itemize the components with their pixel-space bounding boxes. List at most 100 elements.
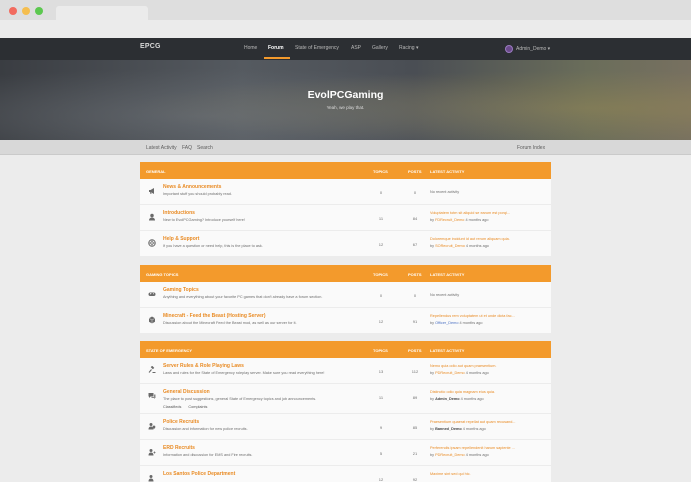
latest-author-link[interactable]: Officer_Demo	[435, 321, 458, 325]
forum-title[interactable]: Gaming Topics	[163, 287, 199, 293]
latest-activity-column-header: LATEST ACTIVITY	[430, 272, 465, 277]
maximize-window-button[interactable]	[35, 7, 43, 15]
forum-title[interactable]: General Discussion	[163, 389, 210, 395]
address-bar[interactable]	[0, 20, 691, 38]
posts-column-header: POSTS	[408, 348, 422, 353]
user-icon	[148, 213, 156, 221]
nav-home[interactable]: Home	[244, 45, 257, 51]
minimize-window-button[interactable]	[22, 7, 30, 15]
latest-activity-text: No recent activity	[430, 293, 460, 297]
latest-topic-link[interactable]: Nemo quia odio aut quam praesentium.	[430, 364, 548, 368]
latest-activity: Maxime sint sed qui hic.	[430, 472, 548, 476]
user-menu[interactable]: Admin_Demo ▾	[505, 43, 550, 55]
forum-title[interactable]: Server Rules & Role Playing Laws	[163, 363, 244, 369]
nav-gallery[interactable]: Gallery	[372, 45, 388, 51]
forum-title[interactable]: Los Santos Police Department	[163, 471, 235, 477]
forum-title[interactable]: News & Announcements	[163, 184, 221, 190]
topic-count: 5	[379, 451, 383, 456]
latest-topic-link[interactable]: Doloremque incidunt id aut rerum aliquam…	[430, 237, 548, 241]
hero-banner: EvolPCGaming Yeah, we play that.	[0, 60, 691, 140]
search-link[interactable]: Search	[197, 145, 213, 151]
latest-time: 4 months ago	[462, 427, 486, 431]
nav-racing-dropdown[interactable]: Racing ▾	[399, 45, 418, 51]
latest-topic-link[interactable]: Distinctio odio quia magnam eius quia.	[430, 390, 548, 394]
latest-author-link[interactable]: Admin_Demo	[435, 397, 459, 401]
latest-activity-column-header: LATEST ACTIVITY	[430, 348, 465, 353]
forum-row[interactable]: Introductions New to EvolPCGaming? Intro…	[140, 205, 551, 231]
avatar	[505, 45, 513, 53]
latest-activity-text: No recent activity	[430, 190, 460, 194]
browser-tab[interactable]	[56, 6, 148, 20]
latest-topic-link[interactable]: Voluptatem totm sit aliquid se earum est…	[430, 211, 548, 215]
forum-description: If you have a question or need help, thi…	[163, 244, 263, 248]
latest-activity: Voluptatem totm sit aliquid se earum est…	[430, 211, 548, 222]
close-window-button[interactable]	[9, 7, 17, 15]
latest-activity: No recent activity	[430, 190, 548, 194]
latest-activity: Praesentium quaerat repellat aut quam re…	[430, 420, 548, 431]
brand-logo[interactable]: EPCG	[140, 43, 161, 50]
latest-time: 4 months ago	[465, 218, 489, 222]
forum-row[interactable]: General Discussion The place to post sug…	[140, 384, 551, 414]
forum-row[interactable]: Help & Support If you have a question or…	[140, 231, 551, 257]
faq-link[interactable]: FAQ	[182, 145, 192, 151]
forum-description: Laws and rules for the State of Emergenc…	[163, 371, 325, 375]
nav-state-of-emergency[interactable]: State of Emergency	[295, 45, 339, 51]
topic-count: 0	[379, 190, 383, 195]
site-tagline: Yeah, we play that.	[326, 105, 365, 110]
category-title: GENERAL	[146, 169, 166, 174]
latest-author-link[interactable]: PDRecruit_Demo	[435, 453, 465, 457]
ems-icon	[148, 448, 156, 456]
forum-row[interactable]: Server Rules & Role Playing Laws Laws an…	[140, 358, 551, 384]
latest-activity-column-header: LATEST ACTIVITY	[430, 169, 465, 174]
topics-column-header: TOPICS	[373, 169, 388, 174]
nav-asp[interactable]: ASP	[351, 45, 361, 51]
forum-index-link[interactable]: Forum Index	[517, 145, 545, 151]
post-count: 0	[413, 293, 417, 298]
forum-title[interactable]: Introductions	[163, 210, 195, 216]
forum-row[interactable]: News & Announcements Important stuff you…	[140, 179, 551, 205]
latest-activity: Nemo quia odio aut quam praesentium. by …	[430, 364, 548, 375]
latest-topic-link[interactable]: Praesentium quaerat repellat aut quam re…	[430, 420, 548, 424]
posts-column-header: POSTS	[408, 272, 422, 277]
badge-icon	[148, 474, 156, 482]
category-gaming-topics: GAMING TOPICS TOPICS POSTS LATEST ACTIVI…	[140, 265, 551, 334]
comments-icon	[148, 392, 156, 400]
site-title: EvolPCGaming	[307, 89, 384, 101]
topic-count: 11	[378, 216, 384, 221]
forum-title[interactable]: Help & Support	[163, 236, 199, 242]
forum-row[interactable]: Gaming Topics Anything and everything ab…	[140, 282, 551, 308]
forum-title[interactable]: Minecraft - Feed the Beast (Hosting Serv…	[163, 313, 266, 319]
forum-title[interactable]: Police Recruits	[163, 419, 199, 425]
latest-author-link[interactable]: FDRecruit_Demo	[435, 218, 464, 222]
latest-author-link[interactable]: Banned_Demo	[435, 427, 462, 431]
forum-row[interactable]: ERD Recruits Information and discussion …	[140, 440, 551, 466]
subforum-complaints[interactable]: Complaints	[188, 405, 207, 409]
latest-topic-link[interactable]: Repellendus rem voluptatem ut et unde di…	[430, 314, 548, 318]
forum-title[interactable]: ERD Recruits	[163, 445, 195, 451]
forum-row[interactable]: Minecraft - Feed the Beast (Hosting Serv…	[140, 308, 551, 334]
nav-active-indicator	[264, 57, 290, 59]
forum-row[interactable]: Police Recruits Discussion and informati…	[140, 414, 551, 440]
latest-author-link[interactable]: SORecruit_Demo	[435, 244, 465, 248]
category-header: STATE OF EMERGENCY TOPICS POSTS LATEST A…	[140, 341, 551, 358]
latest-topic-link[interactable]: Maxime sint sed qui hic.	[430, 472, 548, 476]
police-icon	[148, 422, 156, 430]
latest-activity: Distinctio odio quia magnam eius quia. b…	[430, 390, 548, 401]
subforum-classifieds[interactable]: Classifieds	[163, 405, 181, 409]
topic-count: 11	[378, 395, 384, 400]
nav-forum[interactable]: Forum	[268, 45, 284, 51]
category-title: GAMING TOPICS	[146, 272, 179, 277]
topic-count: 12	[378, 319, 384, 324]
latest-topic-link[interactable]: Perferendis ipsam repellendenit harum sa…	[430, 446, 548, 450]
category-general: GENERAL TOPICS POSTS LATEST ACTIVITY New…	[140, 162, 551, 257]
forum-description: Information and discussion for EMS and F…	[163, 453, 253, 457]
latest-author-link[interactable]: PDRecruit_Demo	[435, 371, 465, 375]
topic-count: 9	[379, 425, 383, 430]
topic-count: 13	[378, 369, 384, 374]
forum-row[interactable]: Los Santos Police Department 12 92 Maxim…	[140, 466, 551, 482]
latest-activity: Doloremque incidunt id aut rerum aliquam…	[430, 237, 548, 248]
gamepad-icon	[148, 290, 156, 298]
post-count: 89	[412, 395, 418, 400]
forum-description: New to EvolPCGaming? Introduce yourself …	[163, 218, 245, 222]
latest-activity-link[interactable]: Latest Activity	[146, 145, 177, 151]
